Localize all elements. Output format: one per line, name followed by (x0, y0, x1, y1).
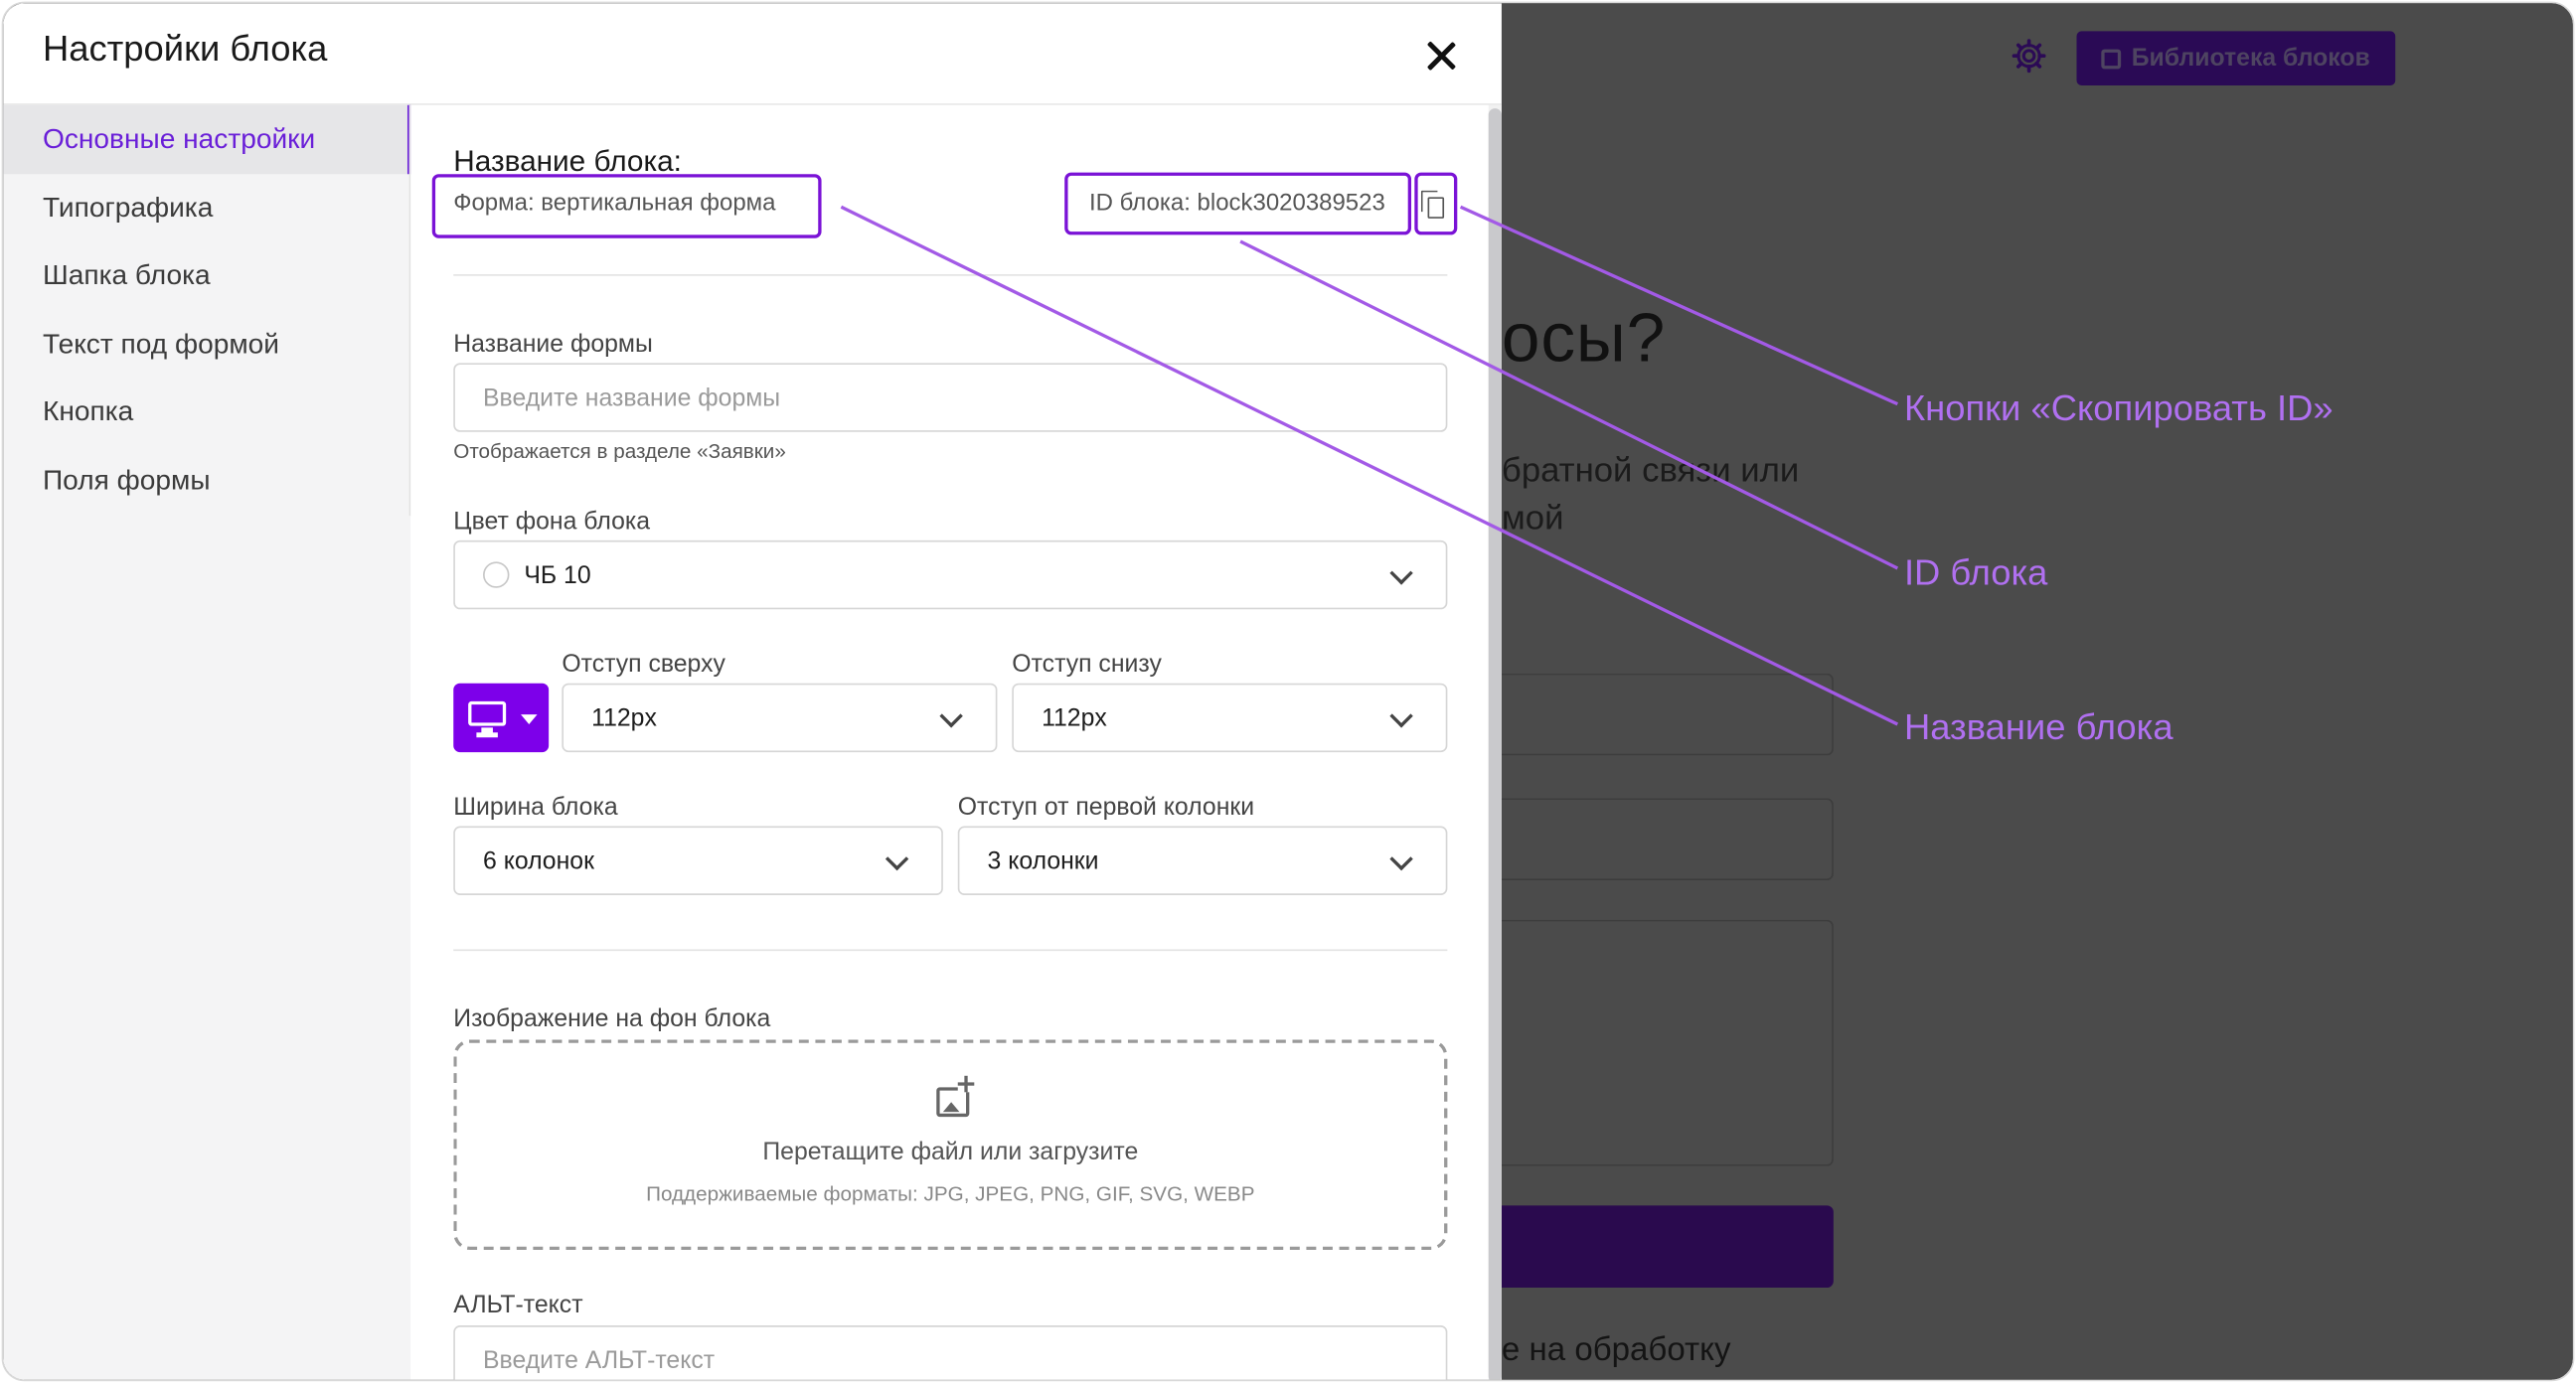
chevron-down-icon (1389, 561, 1413, 585)
form-name-hint: Отображается в разделе «Заявки» (453, 440, 786, 464)
settings-sidebar: Основные настройки Типографика Шапка бло… (3, 104, 411, 1380)
sidebar-item-form-fields[interactable]: Поля формы (3, 447, 410, 516)
annotation-label-block-id: ID блока (1903, 551, 2048, 593)
form-name-input[interactable]: Введите название формы (453, 363, 1448, 432)
block-library-button: Библиотека блоков (2076, 31, 2396, 85)
form-name-label: Название формы (453, 330, 653, 359)
annotation-box-block-name (431, 174, 822, 238)
modal-header: Настройки блока (3, 3, 1502, 105)
sidebar-item-block-header[interactable]: Шапка блока (3, 241, 410, 310)
close-icon[interactable] (1419, 35, 1462, 77)
padding-top-label: Отступ сверху (562, 650, 725, 679)
app-frame: Библиотека блоков осы? братной связи или… (1, 1, 2575, 1382)
alt-text-input[interactable]: Введите АЛЬТ-текст (453, 1325, 1448, 1380)
sidebar-item-main-settings[interactable]: Основные настройки (3, 104, 411, 175)
caret-down-icon (521, 714, 538, 725)
sidebar-item-text-under-form[interactable]: Текст под формой (3, 310, 410, 379)
background-field (1501, 798, 1834, 881)
column-offset-select[interactable]: 3 колонки (957, 826, 1448, 895)
chevron-down-icon (1389, 846, 1413, 871)
device-selector-button[interactable] (453, 683, 550, 753)
monitor-icon (468, 700, 507, 726)
section-divider (453, 949, 1448, 952)
block-width-label: Ширина блока (453, 793, 618, 822)
dropzone-formats: Поддерживаемые форматы: JPG, JPEG, PNG, … (646, 1182, 1255, 1206)
annotation-box-copy-button (1414, 172, 1458, 235)
plus-icon (957, 1075, 975, 1093)
monitor-base (476, 732, 498, 737)
padding-top-select[interactable]: 112px (562, 683, 998, 753)
bg-image-label: Изображение на фон блока (453, 1004, 771, 1033)
annotation-box-block-id (1064, 172, 1412, 235)
padding-bottom-label: Отступ снизу (1012, 650, 1162, 679)
annotation-label-block-name: Название блока (1903, 705, 2174, 748)
background-textarea (1501, 919, 1834, 1166)
chevron-down-icon (885, 846, 909, 871)
bg-color-select[interactable]: ЧБ 10 (453, 539, 1448, 610)
bg-color-value: ЧБ 10 (524, 560, 591, 589)
color-swatch (483, 561, 510, 588)
gear-icon (2012, 39, 2046, 74)
dropzone-text: Перетащите файл или загрузите (762, 1138, 1139, 1166)
block-width-value: 6 колонок (483, 846, 594, 875)
chevron-down-icon (1389, 704, 1413, 728)
alt-text-label: АЛЬТ-текст (453, 1291, 583, 1319)
sidebar-item-button[interactable]: Кнопка (3, 378, 410, 446)
column-offset-value: 3 колонки (987, 846, 1099, 875)
padding-top-value: 112px (591, 703, 657, 732)
image-icon (2101, 48, 2122, 69)
background-field (1501, 673, 1834, 756)
background-text: братной связи или мой (1502, 447, 1929, 542)
scrollbar-thumb[interactable] (1488, 108, 1502, 1380)
annotation-label-copy-id: Кнопки «Скопировать ID» (1903, 387, 2334, 429)
sidebar-item-typography[interactable]: Типографика (3, 174, 410, 242)
background-submit-button (1501, 1205, 1834, 1289)
bg-color-label: Цвет фона блока (453, 507, 651, 536)
column-offset-label: Отступ от первой колонки (957, 793, 1255, 822)
background-heading: осы? (1501, 298, 1667, 377)
background-footer-text: е на обработку (1501, 1331, 1731, 1369)
background-text-line: мой (1501, 499, 1564, 538)
modal-title: Настройки блока (42, 28, 328, 70)
section-divider (453, 274, 1448, 276)
block-width-select[interactable]: 6 колонок (453, 826, 943, 895)
padding-bottom-value: 112px (1042, 703, 1107, 732)
chevron-down-icon (939, 704, 963, 728)
bg-image-dropzone[interactable]: Перетащите файл или загрузите Поддержива… (453, 1039, 1448, 1251)
content-scrollbar[interactable] (1488, 104, 1502, 1380)
padding-bottom-select[interactable]: 112px (1012, 683, 1448, 753)
block-library-label: Библиотека блоков (2131, 44, 2370, 73)
background-text-line: братной связи или (1501, 451, 1800, 490)
